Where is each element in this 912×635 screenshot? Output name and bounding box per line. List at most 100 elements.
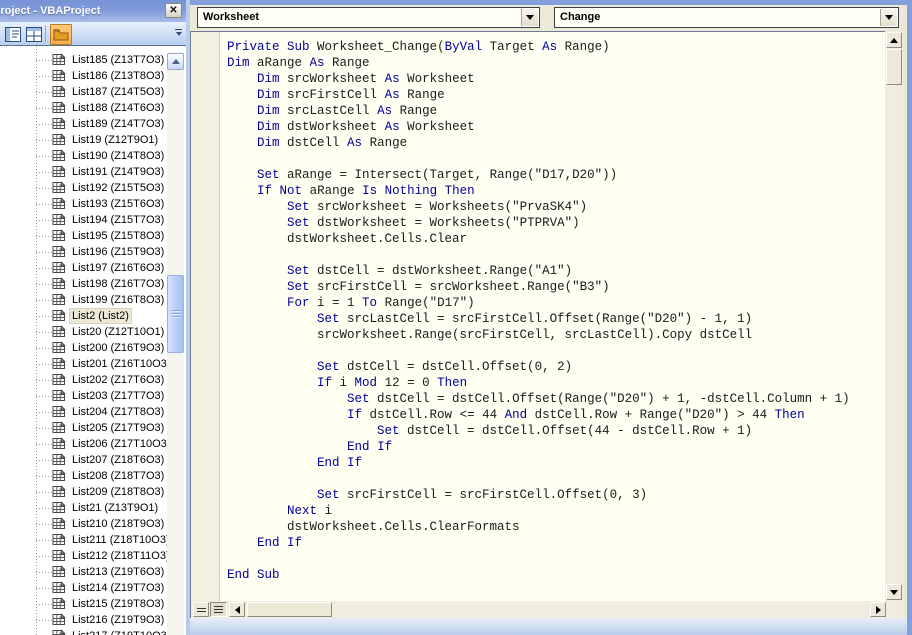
code-horizontal-scrollbar-thumb[interactable] [247, 602, 332, 617]
code-line: If dstCell.Row <= 44 And dstCell.Row + R… [347, 408, 805, 422]
tree-scroll-up-button[interactable] [167, 53, 184, 70]
tree-item[interactable]: List200 (Z16T9O3) [0, 340, 186, 356]
code-vertical-scrollbar-thumb[interactable] [886, 49, 902, 85]
tree-item[interactable]: List188 (Z14T6O3) [0, 100, 186, 116]
tree-item[interactable]: List20 (Z12T10O1) [0, 324, 186, 340]
code-line: Set aRange = Intersect(Target, Range("D1… [257, 168, 618, 182]
close-button[interactable]: ✕ [165, 3, 182, 18]
tree-connector-line [36, 492, 52, 493]
tree-item-label: List205 (Z17T9O3) [72, 422, 165, 434]
tree-item[interactable]: List216 (Z19T9O3) [0, 612, 186, 628]
tree-connector-line [36, 124, 52, 125]
tree-item[interactable]: List191 (Z14T9O3) [0, 164, 186, 180]
view-object-button[interactable] [24, 24, 44, 44]
tree-item[interactable]: List199 (Z16T8O3) [0, 292, 186, 308]
tree-item-label: List206 (Z17T10O3) [72, 438, 171, 450]
tree-item[interactable]: List203 (Z17T7O3) [0, 388, 186, 404]
tree-item[interactable]: List190 (Z14T8O3) [0, 148, 186, 164]
tree-item-label: List185 (Z13T7O3) [72, 54, 165, 66]
tree-item[interactable]: List195 (Z15T8O3) [0, 228, 186, 244]
procedure-view-icon [196, 607, 206, 612]
code-line: Set dstCell = dstCell.Offset(Range("D20"… [347, 392, 850, 406]
tree-item-label: List189 (Z14T7O3) [72, 118, 165, 130]
worksheet-icon [52, 485, 66, 500]
procedure-dropdown[interactable]: Change [554, 7, 899, 28]
procedure-dropdown-button[interactable] [880, 9, 897, 26]
tree-item[interactable]: List198 (Z16T7O3) [0, 276, 186, 292]
code-scroll-down-button[interactable] [886, 584, 902, 600]
tree-item[interactable]: List192 (Z15T5O3) [0, 180, 186, 196]
code-line: End If [347, 440, 393, 454]
tree-item-label: List209 (Z18T8O3) [72, 486, 165, 498]
project-explorer-titlebar[interactable]: Project - VBAProject ✕ [0, 0, 186, 22]
tree-item[interactable]: List209 (Z18T8O3) [0, 484, 186, 500]
toggle-folders-button[interactable] [50, 24, 72, 45]
code-scroll-right-button[interactable] [870, 602, 886, 617]
tree-scrollbar[interactable] [167, 52, 184, 635]
tree-item[interactable]: List215 (Z19T8O3) [0, 596, 186, 612]
tree-item[interactable]: List214 (Z19T7O3) [0, 580, 186, 596]
tree-item[interactable]: List206 (Z17T10O3) [0, 436, 186, 452]
full-module-view-button[interactable] [210, 602, 227, 617]
worksheet-icon [52, 453, 66, 468]
tree-item-label: List203 (Z17T7O3) [72, 390, 165, 402]
code-line: Private Sub Worksheet_Change(ByVal Targe… [227, 40, 610, 54]
code-scroll-up-button[interactable] [886, 32, 902, 48]
code-vertical-scrollbar[interactable] [885, 31, 903, 601]
tree-item[interactable]: List2 (List2) [0, 308, 186, 324]
tree-connector-line [36, 236, 52, 237]
tree-connector-line [36, 76, 52, 77]
code-horizontal-scrollbar[interactable] [190, 601, 903, 618]
tree-item[interactable]: List197 (Z16T6O3) [0, 260, 186, 276]
tree-item[interactable]: List196 (Z15T9O3) [0, 244, 186, 260]
worksheet-icon [52, 469, 66, 484]
tree-connector-line [36, 268, 52, 269]
code-line: dstWorksheet.Cells.Clear [227, 232, 468, 246]
code-editor[interactable]: Private Sub Worksheet_Change(ByVal Targe… [190, 31, 885, 601]
tree-item[interactable]: List201 (Z16T10O3) [0, 356, 186, 372]
breakpoint-margin[interactable] [191, 32, 220, 601]
tree-item[interactable]: List208 (Z18T7O3) [0, 468, 186, 484]
tree-item[interactable]: List19 (Z12T9O1) [0, 132, 186, 148]
tree-item[interactable]: List186 (Z13T8O3) [0, 68, 186, 84]
tree-item[interactable]: List202 (Z17T6O3) [0, 372, 186, 388]
code-scroll-left-button[interactable] [229, 602, 245, 617]
worksheet-icon [52, 165, 66, 180]
object-dropdown[interactable]: Worksheet [197, 7, 540, 28]
worksheet-icon [52, 69, 66, 84]
code-line: For i = 1 To Range("D17") [287, 296, 475, 310]
scroll-down-icon [890, 589, 898, 595]
procedure-view-button[interactable] [193, 602, 209, 617]
tree-item[interactable]: List204 (Z17T8O3) [0, 404, 186, 420]
tree-item[interactable]: List207 (Z18T6O3) [0, 452, 186, 468]
tree-item-label: List199 (Z16T8O3) [72, 294, 165, 306]
tree-connector-line [36, 204, 52, 205]
object-dropdown-button[interactable] [521, 9, 538, 26]
tree-item-label: List214 (Z19T7O3) [72, 582, 165, 594]
tree-item[interactable]: List217 (Z19T10O3) [0, 628, 186, 635]
tree-item[interactable]: List193 (Z15T6O3) [0, 196, 186, 212]
code-window-bottom-edge [190, 618, 907, 635]
tree-item[interactable]: List205 (Z17T9O3) [0, 420, 186, 436]
chevron-down-icon [885, 15, 893, 20]
tree-item[interactable]: List21 (Z13T9O1) [0, 500, 186, 516]
tree-item[interactable]: List185 (Z13T7O3) [0, 52, 186, 68]
tree-connector-line [36, 556, 52, 557]
tree-item[interactable]: List212 (Z18T11O3) [0, 548, 186, 564]
code-window-header: Worksheet Change [190, 5, 907, 31]
toolbar-overflow-button[interactable] [173, 27, 184, 41]
tree-scrollbar-thumb[interactable] [167, 275, 184, 353]
view-code-button[interactable] [3, 24, 23, 44]
tree-item[interactable]: List211 (Z18T10O3) [0, 532, 186, 548]
code-text[interactable]: Private Sub Worksheet_Change(ByVal Targe… [227, 39, 850, 583]
tree-item-label: List208 (Z18T7O3) [72, 470, 165, 482]
tree-item[interactable]: List210 (Z18T9O3) [0, 516, 186, 532]
tree-item[interactable]: List213 (Z19T6O3) [0, 564, 186, 580]
project-tree[interactable]: List185 (Z13T7O3) List186 (Z13T8O3) List… [0, 46, 186, 635]
tree-item[interactable]: List187 (Z14T5O3) [0, 84, 186, 100]
tree-item[interactable]: List194 (Z15T7O3) [0, 212, 186, 228]
worksheet-icon [52, 549, 66, 564]
tree-item-label: List192 (Z15T5O3) [72, 182, 165, 194]
tree-item[interactable]: List189 (Z14T7O3) [0, 116, 186, 132]
